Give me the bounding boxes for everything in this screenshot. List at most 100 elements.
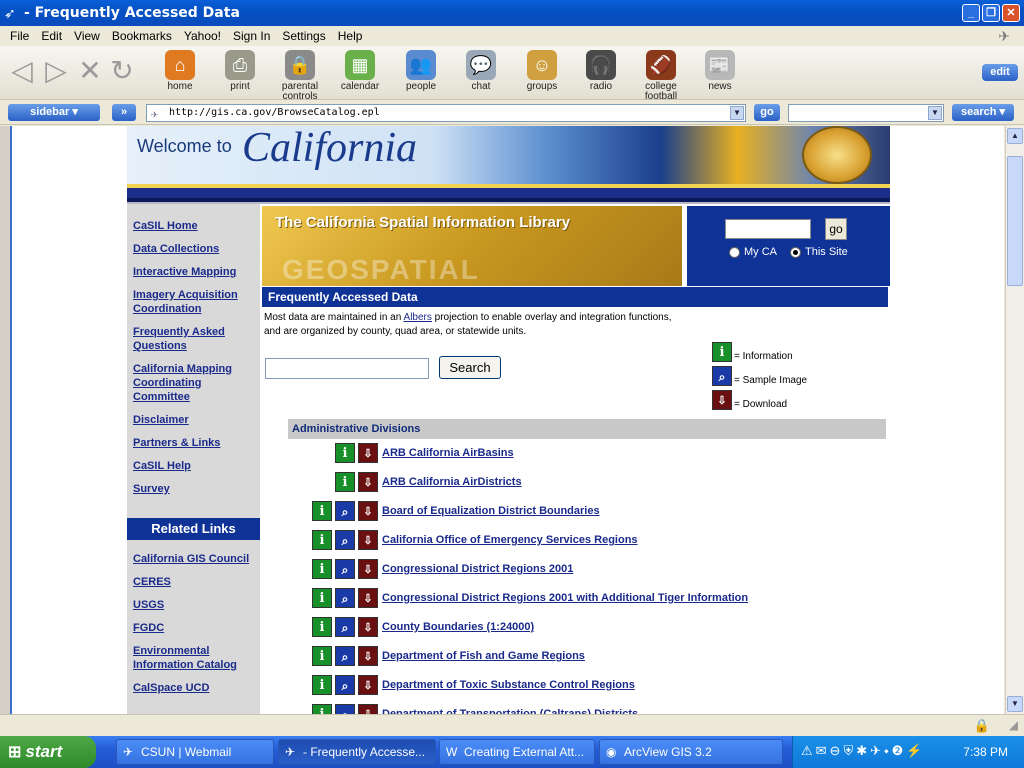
- catalog-search-input[interactable]: [265, 358, 429, 379]
- related-link-1[interactable]: CERES: [133, 575, 257, 589]
- task-word-document[interactable]: W Creating External Att...: [439, 739, 595, 765]
- download-icon[interactable]: ⇩: [358, 472, 378, 492]
- sidebar-item-8[interactable]: CaSIL Help: [133, 459, 253, 473]
- minimize-button[interactable]: _: [962, 4, 980, 22]
- toolbar-print[interactable]: ⎙ print: [212, 50, 268, 92]
- sidebar-item-6[interactable]: Disclaimer: [133, 413, 253, 427]
- info-icon[interactable]: i: [312, 646, 332, 666]
- sidebar-button[interactable]: sidebar ▾: [8, 104, 100, 121]
- download-icon[interactable]: ⇩: [358, 559, 378, 579]
- info-icon[interactable]: i: [312, 675, 332, 695]
- search-dropdown-icon[interactable]: ▼: [928, 106, 942, 120]
- info-icon[interactable]: i: [312, 559, 332, 579]
- download-icon[interactable]: ⇩: [358, 704, 378, 714]
- dataset-link[interactable]: California Office of Emergency Services …: [382, 534, 638, 546]
- magnifier-icon[interactable]: ⌕: [335, 617, 355, 637]
- related-link-5[interactable]: CalSpace UCD: [133, 681, 257, 695]
- scroll-up-icon[interactable]: ▲: [1007, 128, 1023, 144]
- reload-icon[interactable]: ↻: [108, 56, 136, 88]
- menu-settings[interactable]: Settings: [276, 29, 331, 43]
- toolbar-news[interactable]: 📰 news: [692, 50, 748, 92]
- task-webmail[interactable]: ✈ CSUN | Webmail: [116, 739, 274, 765]
- related-link-4[interactable]: Environmental Information Catalog: [133, 644, 257, 672]
- download-icon[interactable]: ⇩: [358, 501, 378, 521]
- related-link-0[interactable]: California GIS Council: [133, 552, 257, 566]
- task-arcview[interactable]: ◉ ArcView GIS 3.2: [599, 739, 783, 765]
- menu-view[interactable]: View: [68, 29, 106, 43]
- dataset-link[interactable]: Board of Equalization District Boundarie…: [382, 505, 600, 517]
- magnifier-icon[interactable]: ⌕: [335, 704, 355, 714]
- close-button[interactable]: ✕: [1002, 4, 1020, 22]
- related-link-2[interactable]: USGS: [133, 598, 257, 612]
- restore-button[interactable]: ❐: [982, 4, 1000, 22]
- dataset-link[interactable]: Congressional District Regions 2001: [382, 563, 573, 575]
- info-icon[interactable]: i: [335, 443, 355, 463]
- resize-grip-icon[interactable]: ◢: [1009, 718, 1018, 732]
- toolbar-calendar[interactable]: ▦ calendar: [332, 50, 388, 92]
- sidebar-item-7[interactable]: Partners & Links: [133, 436, 253, 450]
- info-icon[interactable]: i: [335, 472, 355, 492]
- expand-button[interactable]: »: [112, 104, 136, 121]
- start-button[interactable]: ⊞ start: [0, 736, 96, 768]
- tray-icons[interactable]: ⚠✉⊖⛨✱✈⬩❷⚡: [801, 743, 926, 759]
- radio-my-ca-dot[interactable]: [729, 246, 740, 258]
- menu-sign-in[interactable]: Sign In: [227, 29, 276, 43]
- dataset-link[interactable]: County Boundaries (1:24000): [382, 621, 534, 633]
- vertical-scrollbar[interactable]: ▲ ▼: [1005, 126, 1024, 714]
- menu-yahoo[interactable]: Yahoo!: [178, 29, 227, 43]
- scroll-thumb[interactable]: [1007, 156, 1023, 286]
- site-search-go-button[interactable]: go: [825, 218, 847, 240]
- menu-file[interactable]: File: [4, 29, 35, 43]
- toolbar-people[interactable]: 👥 people: [393, 50, 449, 92]
- magnifier-icon[interactable]: ⌕: [335, 675, 355, 695]
- forward-icon[interactable]: ▷: [42, 56, 70, 88]
- sidebar-item-0[interactable]: CaSIL Home: [133, 219, 253, 233]
- dataset-link[interactable]: Department of Toxic Substance Control Re…: [382, 679, 635, 691]
- sidebar-item-9[interactable]: Survey: [133, 482, 253, 496]
- magnifier-icon[interactable]: ⌕: [335, 646, 355, 666]
- scroll-down-icon[interactable]: ▼: [1007, 696, 1023, 712]
- download-icon[interactable]: ⇩: [358, 646, 378, 666]
- download-icon[interactable]: ⇩: [358, 588, 378, 608]
- toolbar-parental-controls[interactable]: 🔒 parental controls: [272, 50, 328, 102]
- toolbar-radio[interactable]: 🎧 radio: [573, 50, 629, 92]
- toolbar-search-input[interactable]: ▼: [788, 104, 944, 122]
- menu-bookmarks[interactable]: Bookmarks: [106, 29, 178, 43]
- dataset-link[interactable]: Congressional District Regions 2001 with…: [382, 592, 748, 604]
- download-icon[interactable]: ⇩: [358, 530, 378, 550]
- magnifier-icon[interactable]: ⌕: [335, 530, 355, 550]
- toolbar-college-football[interactable]: 🏈 college football: [633, 50, 689, 102]
- dataset-link[interactable]: ARB California AirDistricts: [382, 476, 522, 488]
- toolbar-home[interactable]: ⌂ home: [152, 50, 208, 92]
- sidebar-item-4[interactable]: Frequently Asked Questions: [133, 325, 253, 353]
- sidebar-item-3[interactable]: Imagery Acquisition Coordination: [133, 288, 253, 316]
- catalog-search-button[interactable]: Search: [439, 356, 501, 379]
- dataset-link[interactable]: Department of Fish and Game Regions: [382, 650, 585, 662]
- info-icon[interactable]: i: [312, 704, 332, 714]
- radio-this-site-dot[interactable]: [790, 246, 801, 258]
- magnifier-icon[interactable]: ⌕: [335, 559, 355, 579]
- dataset-link[interactable]: ARB California AirBasins: [382, 447, 514, 459]
- menu-edit[interactable]: Edit: [35, 29, 68, 43]
- edit-toolbar-button[interactable]: edit: [982, 64, 1018, 81]
- info-icon[interactable]: i: [312, 617, 332, 637]
- download-icon[interactable]: ⇩: [358, 675, 378, 695]
- magnifier-icon[interactable]: ⌕: [335, 588, 355, 608]
- search-button[interactable]: search ▾: [952, 104, 1014, 121]
- info-icon[interactable]: i: [312, 588, 332, 608]
- url-input[interactable]: ✈ http://gis.ca.gov/BrowseCatalog.epl ▼: [146, 104, 746, 122]
- magnifier-icon[interactable]: ⌕: [335, 501, 355, 521]
- menu-help[interactable]: Help: [332, 29, 369, 43]
- url-dropdown-icon[interactable]: ▼: [730, 106, 744, 120]
- albers-link[interactable]: Albers: [404, 312, 432, 323]
- toolbar-chat[interactable]: 💬 chat: [453, 50, 509, 92]
- back-icon[interactable]: ◁: [8, 56, 36, 88]
- go-button[interactable]: go: [754, 104, 780, 121]
- download-icon[interactable]: ⇩: [358, 443, 378, 463]
- radio-my-ca[interactable]: My CA: [729, 246, 777, 258]
- site-search-input[interactable]: [725, 219, 811, 239]
- sidebar-item-1[interactable]: Data Collections: [133, 242, 253, 256]
- sidebar-item-5[interactable]: California Mapping Coordinating Committee: [133, 362, 253, 404]
- stop-icon[interactable]: ✕: [76, 56, 104, 88]
- task-frequently-accessed[interactable]: ✈ - Frequently Accesse...: [278, 739, 436, 765]
